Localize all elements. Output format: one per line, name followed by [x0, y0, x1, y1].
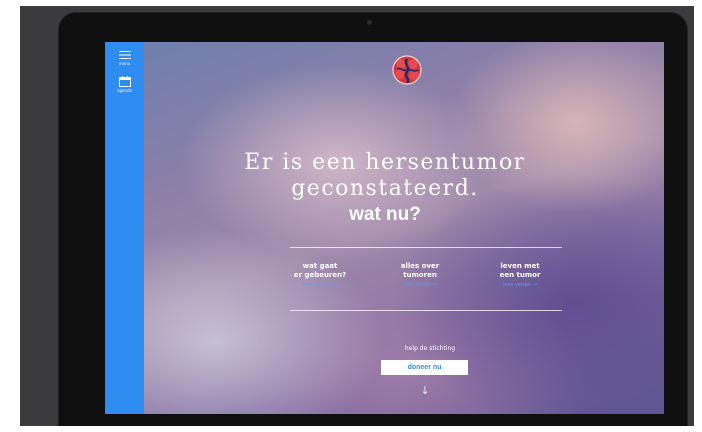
brain-logo[interactable]: [391, 54, 423, 86]
section-title-line-2: er gebeuren?: [293, 271, 347, 279]
donate-button[interactable]: doneer nu: [381, 360, 468, 375]
section-card-2[interactable]: alles over tumoren lees verder →: [375, 262, 465, 289]
section-title-line-1: alles over: [400, 262, 440, 270]
help-foundation-text: help de stichting: [404, 345, 456, 352]
brain-logo-icon: [392, 55, 422, 85]
menu-button[interactable]: menu: [105, 50, 144, 66]
divider-top: [290, 247, 562, 248]
laptop-camera: [367, 20, 372, 25]
section-card-1[interactable]: wat gaat er gebeuren? lees verder →: [275, 262, 365, 289]
page-headline: Er is een hersentumor geconstateerd.: [225, 150, 545, 202]
calendar-icon: [118, 76, 131, 87]
section-title-line-2: een tumor: [499, 271, 541, 279]
read-more-link[interactable]: lees verder →: [475, 281, 565, 289]
section-title-line-1: leven met: [500, 262, 540, 270]
section-card-3[interactable]: leven met een tumor lees verder →: [475, 262, 565, 289]
section-title-line-2: tumoren: [403, 271, 437, 279]
read-more-link[interactable]: lees verder →: [275, 281, 365, 289]
sidebar: menu agenda: [105, 42, 144, 414]
agenda-button[interactable]: agenda: [105, 76, 144, 93]
page-subheadline: wat nu?: [349, 204, 421, 225]
read-more-link[interactable]: lees verder →: [375, 281, 465, 289]
website-screen: menu agenda Er is een hersentumor gecons…: [105, 42, 664, 414]
menu-label: menu: [118, 61, 131, 66]
headline-line-1: Er is een hersentumor: [244, 150, 526, 175]
scroll-down-icon[interactable]: ↓: [418, 384, 432, 397]
hamburger-icon: [118, 51, 131, 59]
section-title-line-1: wat gaat: [302, 262, 338, 270]
headline-line-2: geconstateerd.: [291, 176, 479, 201]
divider-bottom: [290, 310, 562, 311]
agenda-label: agenda: [117, 88, 132, 93]
